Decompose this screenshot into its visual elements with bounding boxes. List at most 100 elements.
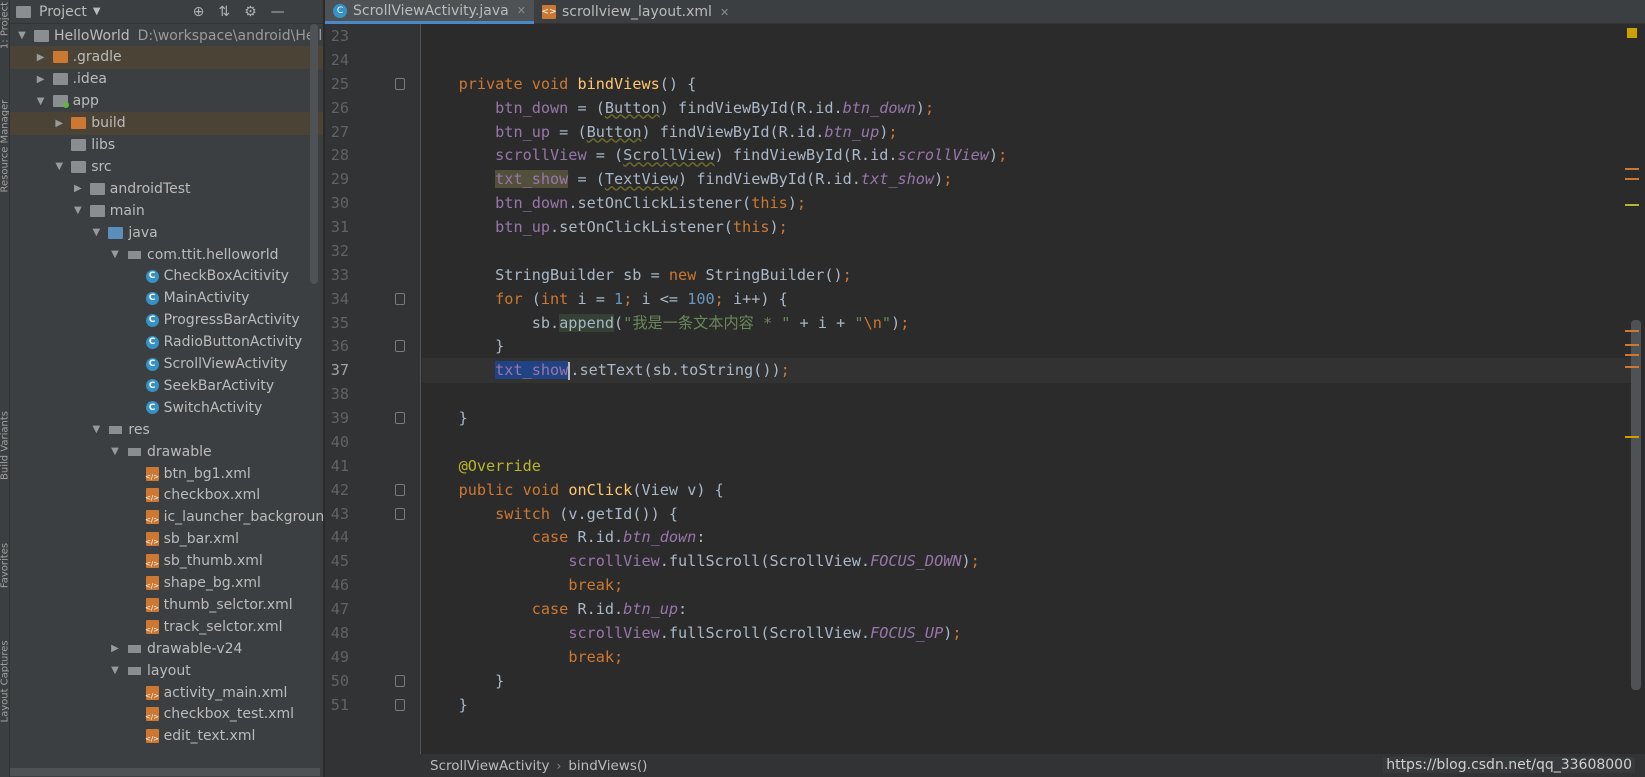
tree-item[interactable]: C RadioButtonActivity (10, 331, 323, 354)
tree-item[interactable]: </> edit_text.xml (10, 725, 323, 748)
code-line[interactable] (422, 430, 1637, 455)
code-line[interactable] (422, 239, 1637, 264)
code-line[interactable]: public void onClick(View v) { (422, 478, 1637, 503)
tree-item[interactable]: ▼ com.ttit.helloworld (10, 243, 323, 266)
tree-item[interactable]: ▼ HelloWorld D:\workspace\android\HelloWor… (10, 24, 323, 47)
tree-item[interactable]: ▼ layout (10, 659, 323, 682)
close-icon[interactable]: ✕ (720, 6, 729, 19)
tree-item[interactable]: </> sb_thumb.xml (10, 550, 323, 573)
close-icon[interactable]: ✕ (517, 4, 526, 17)
warning-marker[interactable] (1625, 344, 1639, 346)
locate-icon[interactable]: ⊕ (193, 4, 205, 20)
code-line[interactable]: scrollView.fullScroll(ScrollView.FOCUS_U… (422, 621, 1637, 646)
fold-marker-icon[interactable] (395, 77, 405, 90)
code-line[interactable] (422, 48, 1637, 73)
code-line[interactable]: txt_show = (TextView) findViewById(R.id.… (422, 167, 1637, 192)
code-line[interactable] (422, 24, 1637, 49)
tree-item[interactable]: ▼ main (10, 199, 323, 222)
code-line[interactable]: btn_down.setOnClickListener(this); (422, 191, 1637, 216)
tree-item[interactable]: C CheckBoxAcitivity (10, 265, 323, 288)
fold-marker-icon[interactable] (395, 340, 405, 353)
fold-marker-icon[interactable] (395, 292, 405, 305)
code-line[interactable]: btn_up.setOnClickListener(this); (422, 215, 1637, 240)
side-tab[interactable]: Favorites (0, 529, 9, 603)
chevron-down-icon[interactable]: ▼ (72, 205, 84, 216)
tree-item[interactable]: ▶ androidTest (10, 177, 323, 200)
inspection-status-icon[interactable] (1627, 28, 1637, 38)
code-line[interactable]: break; (422, 645, 1637, 670)
tree-item[interactable]: ▼ java (10, 221, 323, 244)
tree-item[interactable]: ▶ .gradle (10, 45, 323, 69)
tree-item[interactable]: libs (10, 134, 323, 157)
fold-marker-icon[interactable] (395, 483, 405, 496)
chevron-right-icon[interactable]: ▶ (35, 52, 47, 63)
code-line[interactable]: scrollView = (ScrollView) findViewById(R… (422, 143, 1637, 168)
code-line[interactable]: break; (422, 573, 1637, 598)
tree-item[interactable]: C SeekBarActivity (10, 374, 323, 397)
tree-item[interactable]: </> shape_bg.xml (10, 572, 323, 595)
fold-marker-icon[interactable] (395, 698, 405, 711)
project-panel-title[interactable]: Project (39, 4, 87, 20)
code-line[interactable]: scrollView.fullScroll(ScrollView.FOCUS_D… (422, 549, 1637, 574)
tab-scrollviewactivity-java[interactable]: C ScrollViewActivity.java ✕ (325, 0, 534, 24)
code-line[interactable]: txt_show .setText(sb.toString()); (422, 358, 1637, 384)
tree-item[interactable]: ▼ res (10, 418, 323, 441)
chevron-down-icon[interactable]: ▼ (90, 424, 102, 435)
chevron-down-icon[interactable]: ▼ (109, 249, 121, 260)
chevron-down-icon[interactable]: ▼ (93, 6, 101, 17)
tree-item[interactable]: C ScrollViewActivity (10, 353, 323, 376)
chevron-down-icon[interactable]: ▼ (53, 161, 65, 172)
tree-item[interactable]: </> btn_bg1.xml (10, 462, 323, 485)
editor-scrollbar[interactable] (1631, 320, 1641, 690)
tree-item[interactable]: ▼ drawable (10, 440, 323, 463)
tree-item[interactable]: </> checkbox.xml (10, 484, 323, 507)
code-line[interactable]: sb.append("我是一条文本内容 * " + i + "\n"); (422, 311, 1637, 336)
code-line[interactable]: switch (v.getId()) { (422, 502, 1637, 527)
fold-marker-icon[interactable] (395, 507, 405, 520)
tree-item[interactable]: ▶ .idea (10, 68, 323, 91)
tree-item[interactable]: ▼ src (10, 155, 323, 178)
fold-marker-icon[interactable] (395, 412, 405, 425)
project-horizontal-scrollbar[interactable] (10, 768, 320, 776)
fold-marker-icon[interactable] (395, 674, 405, 687)
tree-item[interactable]: C ProgressBarActivity (10, 309, 323, 332)
code-line[interactable] (422, 382, 1637, 407)
tree-item[interactable]: ▼ app (10, 90, 323, 113)
chevron-right-icon[interactable]: ▶ (35, 74, 47, 85)
tree-item[interactable]: </> thumb_selctor.xml (10, 593, 323, 616)
chevron-right-icon[interactable]: ▶ (53, 118, 65, 129)
breadcrumb-item[interactable]: ScrollViewActivity (430, 758, 550, 774)
collapse-all-icon[interactable]: ⇅ (218, 4, 230, 20)
chevron-down-icon[interactable]: ▼ (16, 30, 28, 41)
chevron-right-icon[interactable]: ▶ (109, 643, 121, 654)
code-line[interactable]: } (422, 406, 1637, 431)
chevron-down-icon[interactable]: ▼ (109, 665, 121, 676)
tab-scrollview-layout-xml[interactable]: <> scrollview_layout.xml ✕ (534, 0, 737, 24)
code-line[interactable]: } (422, 693, 1637, 718)
code-line[interactable]: case R.id.btn_up: (422, 597, 1637, 622)
code-line[interactable]: } (422, 669, 1637, 694)
chevron-down-icon[interactable]: ▼ (35, 96, 47, 107)
warning-marker[interactable] (1625, 436, 1639, 438)
minimize-icon[interactable]: — (271, 4, 285, 20)
code-line[interactable]: @Override (422, 454, 1637, 479)
code-line[interactable]: } (422, 334, 1637, 359)
code-line[interactable]: btn_up = (Button) findViewById(R.id.btn_… (422, 120, 1637, 145)
warning-marker[interactable] (1625, 366, 1639, 368)
side-tab[interactable]: Layout Captures (0, 640, 9, 722)
side-tab[interactable]: Build Variants (0, 409, 9, 483)
chevron-down-icon[interactable]: ▼ (109, 446, 121, 457)
tree-item[interactable]: </> sb_bar.xml (10, 528, 323, 551)
tree-item[interactable]: </> track_selctor.xml (10, 615, 323, 638)
warning-marker[interactable] (1625, 178, 1639, 180)
chevron-down-icon[interactable]: ▼ (90, 227, 102, 238)
code-line[interactable]: case R.id.btn_down: (422, 525, 1637, 550)
side-tab[interactable]: 1: Project (0, 0, 9, 63)
tree-item[interactable]: </> checkbox_test.xml (10, 703, 323, 726)
tree-item[interactable]: ▶ drawable-v24 (10, 637, 323, 660)
tree-item[interactable]: </> ic_launcher_background.xml (10, 506, 323, 529)
code-line[interactable]: for (int i = 1; i <= 100; i++) { (422, 287, 1637, 312)
breadcrumb-item[interactable]: bindViews() (568, 758, 647, 774)
warning-marker[interactable] (1625, 354, 1639, 356)
side-tab[interactable]: Resource Manager (0, 100, 9, 193)
